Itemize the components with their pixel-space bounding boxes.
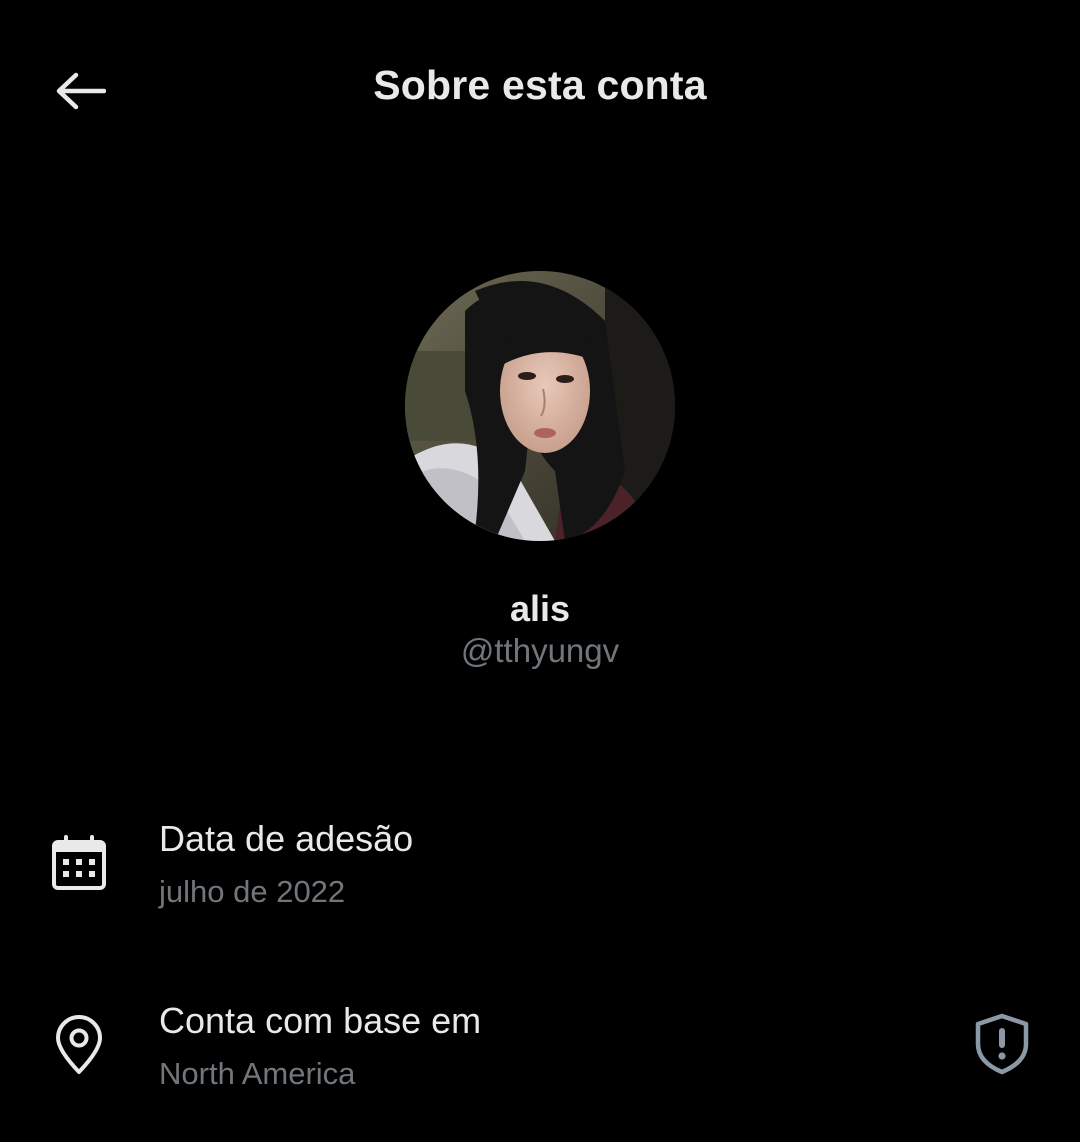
location-pin-icon	[50, 1014, 108, 1076]
account-location-value: North America	[159, 1056, 356, 1091]
account-location-label: Conta com base em	[159, 1000, 482, 1041]
calendar-icon	[50, 832, 108, 894]
joined-date-value: julho de 2022	[159, 874, 346, 909]
profile-photo	[405, 271, 675, 541]
shield-alert-icon	[975, 1013, 1029, 1075]
top-bar: Sobre esta conta	[0, 0, 1080, 180]
user-handle: @tthyungv	[460, 632, 620, 669]
display-name: alis	[509, 588, 571, 629]
page-title: Sobre esta conta	[373, 62, 707, 108]
avatar[interactable]	[405, 271, 675, 541]
joined-date-row: Data de adesão julho de 2022	[0, 812, 1080, 932]
shield-alert-button[interactable]	[972, 1012, 1032, 1076]
joined-date-label: Data de adesão	[159, 818, 414, 859]
account-location-row: Conta com base em North America	[0, 994, 1080, 1114]
